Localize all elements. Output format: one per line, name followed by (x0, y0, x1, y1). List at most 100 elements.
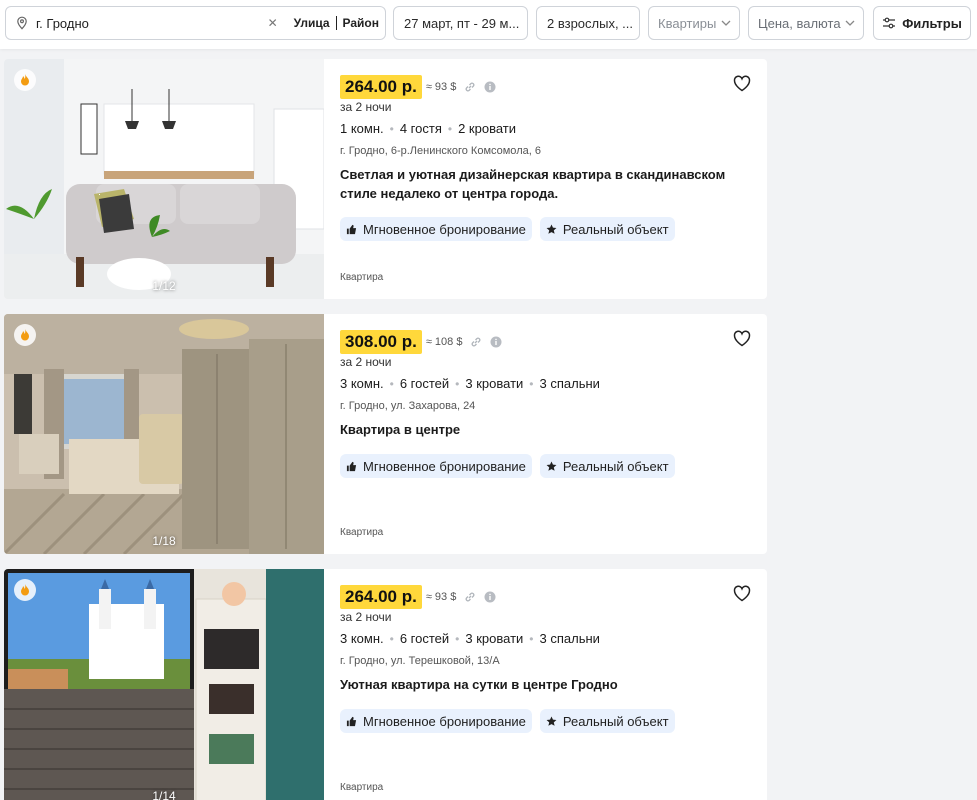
separator-dot: • (389, 122, 394, 136)
info-icon[interactable] (484, 81, 496, 93)
listing-kind: Квартира (340, 782, 384, 793)
price-row: 308.00 р. ≈ 108 $ (340, 330, 502, 354)
thumbs-up-icon (346, 716, 357, 726)
guests-field[interactable]: 2 взрослых, ... (536, 6, 640, 40)
listing-info: 308.00 р. ≈ 108 $ за 2 ночи 3 комн. • 6 го… (340, 314, 760, 554)
star-icon (546, 715, 557, 726)
dates-field[interactable]: 27 март, пт - 29 м... (393, 6, 528, 40)
beds-spec: 3 кровати (465, 631, 524, 646)
instant-booking-tag: Мгновенное бронирование (340, 709, 532, 733)
price-badge: 308.00 р. (340, 330, 422, 354)
link-icon[interactable] (464, 81, 476, 93)
nights-label: за 2 ночи (340, 100, 392, 114)
listing-photo[interactable]: 1/18 (4, 314, 324, 554)
separator-dot: • (389, 377, 394, 391)
bedrooms-spec: 3 спальни (539, 631, 600, 646)
price-badge: 264.00 р. (340, 75, 422, 99)
beds-spec: 2 кровати (458, 121, 516, 136)
close-icon[interactable]: ✕ (264, 16, 282, 30)
filters-button[interactable]: Фильтры (873, 6, 971, 40)
link-icon[interactable] (464, 591, 476, 603)
price-usd: ≈ 108 $ (425, 336, 463, 348)
listing-tags: Мгновенное бронирование Реальный объект (340, 454, 675, 478)
guests-value: 2 взрослых, ... (547, 15, 634, 31)
separator-dot: • (389, 632, 394, 646)
sliders-icon (883, 17, 896, 29)
separator-dot: • (455, 632, 460, 646)
tag-label: Мгновенное бронирование (363, 221, 526, 237)
listing-card[interactable]: 1/12 264.00 р. ≈ 93 $ за 2 ночи 1 комн. •… (4, 59, 767, 299)
chevron-down-icon (721, 20, 731, 26)
listing-kind: Квартира (340, 272, 384, 283)
price-badge: 264.00 р. (340, 585, 422, 609)
info-icon[interactable] (484, 591, 496, 603)
instant-booking-tag: Мгновенное бронирование (340, 454, 532, 478)
listing-photo[interactable]: 1/12 (4, 59, 324, 299)
info-icon[interactable] (490, 336, 502, 348)
photo-counter: 1/18 (152, 534, 176, 548)
listing-address: г. Гродно, ул. Захарова, 24 (340, 400, 476, 412)
filters-label: Фильтры (902, 15, 962, 31)
verified-object-tag: Реальный объект (539, 217, 675, 241)
separator-dot: • (455, 377, 460, 391)
tag-label: Реальный объект (562, 221, 669, 237)
price-row: 264.00 р. ≈ 93 $ (340, 585, 496, 609)
dates-value: 27 март, пт - 29 м... (404, 15, 520, 31)
district-button[interactable]: Район (337, 16, 385, 30)
filter-bar: г. Гродно ✕ Улица Район 27 март, пт - 29… (0, 0, 977, 49)
link-icon[interactable] (470, 336, 482, 348)
price-currency-select[interactable]: Цена, валюта (748, 6, 864, 40)
tag-label: Реальный объект (562, 458, 669, 474)
photo-counter: 1/14 (152, 789, 176, 800)
listing-title[interactable]: Квартира в центре (340, 420, 760, 439)
fire-icon (14, 324, 36, 346)
property-type-select[interactable]: Квартиры (648, 6, 740, 40)
instant-booking-tag: Мгновенное бронирование (340, 217, 532, 241)
listing-specs: 3 комн. • 6 гостей • 3 кровати • 3 спальни (340, 631, 600, 646)
street-button[interactable]: Улица (288, 16, 336, 30)
separator-dot: • (529, 377, 534, 391)
listing-card[interactable]: 1/14 264.00 р. ≈ 93 $ за 2 ночи 3 комн. •… (4, 569, 767, 800)
star-icon (546, 223, 557, 234)
nights-label: за 2 ночи (340, 610, 392, 624)
separator-dot: • (529, 632, 534, 646)
listing-tags: Мгновенное бронирование Реальный объект (340, 217, 675, 241)
listing-address: г. Гродно, ул. Терешковой, 13/А (340, 655, 500, 667)
listing-card[interactable]: 1/18 308.00 р. ≈ 108 $ за 2 ночи 3 комн.… (4, 314, 767, 554)
favorite-heart-icon[interactable] (733, 75, 751, 92)
listing-info: 264.00 р. ≈ 93 $ за 2 ночи 3 комн. • 6 гос… (340, 569, 760, 800)
tag-label: Мгновенное бронирование (363, 458, 526, 474)
guests-spec: 6 гостей (399, 631, 450, 646)
favorite-heart-icon[interactable] (733, 330, 751, 347)
chevron-down-icon (845, 20, 855, 26)
listing-title[interactable]: Светлая и уютная дизайнерская квартира в… (340, 165, 760, 203)
beds-spec: 3 кровати (465, 376, 524, 391)
tag-label: Реальный объект (562, 713, 669, 729)
listing-photo[interactable]: 1/14 (4, 569, 324, 800)
rooms-spec: 3 комн. (340, 631, 384, 646)
rooms-spec: 3 комн. (340, 376, 384, 391)
rooms-spec: 1 комн. (340, 121, 384, 136)
listing-kind: Квартира (340, 527, 384, 538)
location-search-field[interactable]: г. Гродно ✕ Улица Район (5, 6, 386, 40)
verified-object-tag: Реальный объект (539, 454, 675, 478)
listing-address: г. Гродно, 6-р.Ленинского Комсомола, 6 (340, 145, 541, 157)
search-city-value[interactable]: г. Гродно (36, 16, 264, 31)
favorite-heart-icon[interactable] (733, 585, 751, 602)
separator-dot: • (447, 122, 453, 136)
property-type-value: Квартиры (658, 15, 717, 31)
location-pin-icon (17, 16, 27, 30)
price-usd: ≈ 93 $ (425, 591, 457, 603)
photo-counter: 1/12 (152, 279, 176, 293)
bedrooms-spec: 3 спальни (539, 376, 600, 391)
price-row: 264.00 р. ≈ 93 $ (340, 75, 496, 99)
listing-title[interactable]: Уютная квартира на сутки в центре Гродно (340, 675, 760, 694)
verified-object-tag: Реальный объект (539, 709, 675, 733)
listing-specs: 3 комн. • 6 гостей • 3 кровати • 3 спальни (340, 376, 600, 391)
fire-icon (14, 69, 36, 91)
guests-spec: 6 гостей (399, 376, 450, 391)
price-currency-value: Цена, валюта (758, 15, 841, 31)
nights-label: за 2 ночи (340, 355, 392, 369)
guests-spec: 4 гостя (399, 121, 442, 136)
listing-tags: Мгновенное бронирование Реальный объект (340, 709, 675, 733)
